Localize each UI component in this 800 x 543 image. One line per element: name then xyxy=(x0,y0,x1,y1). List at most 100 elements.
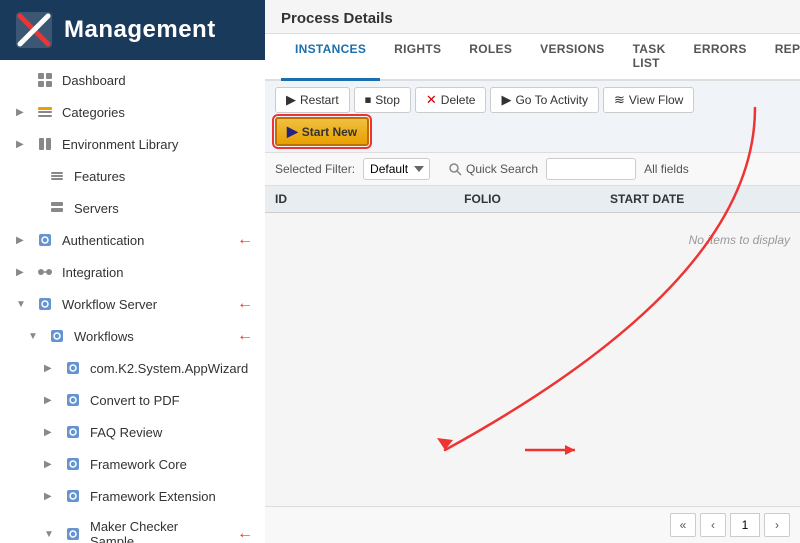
tab-roles[interactable]: ROLES xyxy=(455,34,526,81)
workflow-server-red-arrow-icon: ← xyxy=(237,295,253,313)
sidebar-item-convert-pdf[interactable]: ▶Convert to PDF xyxy=(0,384,265,416)
tabs-bar: INSTANCESRIGHTSROLESVERSIONSTASK LISTERR… xyxy=(265,34,800,81)
features-icon xyxy=(48,167,66,185)
goto-activity-button[interactable]: ▶ Go To Activity xyxy=(490,87,598,113)
sidebar-item-dashboard[interactable]: Dashboard xyxy=(0,64,265,96)
stop-icon: ⏹ xyxy=(365,92,372,108)
workflows-icon xyxy=(48,327,66,345)
framework-core-label: Framework Core xyxy=(90,457,253,472)
environment-library-icon xyxy=(36,135,54,153)
workflows-red-arrow-icon: ← xyxy=(237,327,253,345)
framework-core-icon xyxy=(64,455,82,473)
maker-checker-sample-red-arrow-icon: ← xyxy=(237,525,253,543)
workflow-server-arrow-icon: ▼ xyxy=(16,299,28,310)
tab-rights[interactable]: RIGHTS xyxy=(380,34,455,81)
maker-checker-sample-label: Maker Checker Sample xyxy=(90,519,225,543)
start-new-label: Start New xyxy=(302,125,357,139)
stop-button[interactable]: ⏹ Stop xyxy=(354,87,411,113)
tab-errors[interactable]: ERRORS xyxy=(680,34,761,81)
filter-bar: Selected Filter: Default Quick Search Al… xyxy=(265,153,800,186)
sidebar-item-framework-core[interactable]: ▶ Framework Core xyxy=(0,448,265,480)
sidebar-item-authentication[interactable]: ▶ Authentication ← xyxy=(0,224,265,256)
faq-review-label: FAQ Review xyxy=(90,425,253,440)
sidebar-item-workflow-server[interactable]: ▼ Workflow Server ← xyxy=(0,288,265,320)
app-title: Management xyxy=(64,16,216,44)
goto-icon: ▶ xyxy=(501,92,511,108)
maker-checker-sample-icon xyxy=(64,525,82,543)
integration-label: Integration xyxy=(62,265,253,280)
flow-icon: ≋ xyxy=(614,92,625,108)
view-flow-button[interactable]: ≋ View Flow xyxy=(603,87,694,113)
workflows-arrow-icon: ▼ xyxy=(28,331,40,342)
page-number-input[interactable]: 1 xyxy=(730,513,760,537)
sidebar-item-framework-ext[interactable]: ▶ Framework Extension xyxy=(0,480,265,512)
authentication-icon xyxy=(36,231,54,249)
delete-icon: ✕ xyxy=(426,92,437,108)
table-empty-message: No items to display xyxy=(265,213,800,267)
dashboard-icon xyxy=(36,71,54,89)
app-logo-icon xyxy=(16,12,52,48)
sidebar-item-faq-review[interactable]: ▶ FAQ Review xyxy=(0,416,265,448)
sidebar-item-com-k2[interactable]: ▶ com.K2.System.AppWizard xyxy=(0,352,265,384)
prev-page-button[interactable]: ‹ xyxy=(700,513,726,537)
categories-label: Categories xyxy=(62,105,253,120)
sidebar-item-maker-checker-sample[interactable]: ▼Maker Checker Sample← xyxy=(0,512,265,543)
start-icon: ▶ xyxy=(287,123,298,140)
convert-pdf-label: Convert to PDF xyxy=(90,393,253,408)
sidebar-item-categories[interactable]: ▶ Categories xyxy=(0,96,265,128)
quick-search-label-text: Quick Search xyxy=(466,162,538,176)
dashboard-label: Dashboard xyxy=(62,73,253,88)
main-content: Process Details INSTANCESRIGHTSROLESVERS… xyxy=(265,0,800,543)
goto-activity-label: Go To Activity xyxy=(515,93,587,107)
environment-library-label: Environment Library xyxy=(62,137,253,152)
servers-icon xyxy=(48,199,66,217)
framework-ext-icon xyxy=(64,487,82,505)
authentication-red-arrow-icon: ← xyxy=(237,231,253,249)
stop-label: Stop xyxy=(375,93,400,107)
features-label: Features xyxy=(74,169,253,184)
delete-button[interactable]: ✕ Delete xyxy=(415,87,487,113)
quick-search-input[interactable] xyxy=(546,158,636,180)
next-page-button[interactable]: › xyxy=(764,513,790,537)
tab-instances[interactable]: INSTANCES xyxy=(281,34,380,81)
quick-search-icon: Quick Search xyxy=(448,162,538,176)
servers-label: Servers xyxy=(74,201,253,216)
restart-label: Restart xyxy=(300,93,339,107)
delete-label: Delete xyxy=(441,93,476,107)
start-new-button[interactable]: ▶ Start New xyxy=(275,117,369,146)
faq-review-arrow-icon: ▶ xyxy=(44,427,56,438)
com-k2-icon xyxy=(64,359,82,377)
framework-ext-label: Framework Extension xyxy=(90,489,253,504)
tab-reports[interactable]: REPORTS xyxy=(761,34,800,81)
com-k2-label: com.K2.System.AppWizard xyxy=(90,361,253,376)
filter-select[interactable]: Default xyxy=(363,158,430,180)
framework-core-arrow-icon: ▶ xyxy=(44,459,56,470)
environment-library-arrow-icon: ▶ xyxy=(16,139,28,150)
view-flow-label: View Flow xyxy=(629,93,683,107)
categories-arrow-icon: ▶ xyxy=(16,107,28,118)
sidebar-header: Management xyxy=(0,0,265,60)
authentication-arrow-icon: ▶ xyxy=(16,235,28,246)
restart-button[interactable]: ▶ Restart xyxy=(275,87,350,113)
col-header-id: ID xyxy=(275,192,355,206)
restart-icon: ▶ xyxy=(286,92,296,108)
table-header: ID FOLIO START DATE xyxy=(265,186,800,213)
sidebar-item-integration[interactable]: ▶ Integration xyxy=(0,256,265,288)
workflows-label: Workflows xyxy=(74,329,225,344)
sidebar-item-features[interactable]: Features xyxy=(0,160,265,192)
tab-task-list[interactable]: TASK LIST xyxy=(619,34,680,81)
authentication-label: Authentication xyxy=(62,233,225,248)
first-page-button[interactable]: « xyxy=(670,513,696,537)
sidebar-item-servers[interactable]: Servers xyxy=(0,192,265,224)
integration-icon xyxy=(36,263,54,281)
all-fields-text: All fields xyxy=(644,162,689,176)
toolbar: ▶ Restart ⏹ Stop ✕ Delete ▶ Go To Activi… xyxy=(265,81,800,153)
com-k2-arrow-icon: ▶ xyxy=(44,363,56,374)
sidebar-item-environment-library[interactable]: ▶ Environment Library xyxy=(0,128,265,160)
tab-versions[interactable]: VERSIONS xyxy=(526,34,618,81)
framework-ext-arrow-icon: ▶ xyxy=(44,491,56,502)
sidebar-item-workflows[interactable]: ▼ Workflows ← xyxy=(0,320,265,352)
workflow-server-label: Workflow Server xyxy=(62,297,225,312)
integration-arrow-icon: ▶ xyxy=(16,267,28,278)
wrench-icon xyxy=(448,162,462,176)
